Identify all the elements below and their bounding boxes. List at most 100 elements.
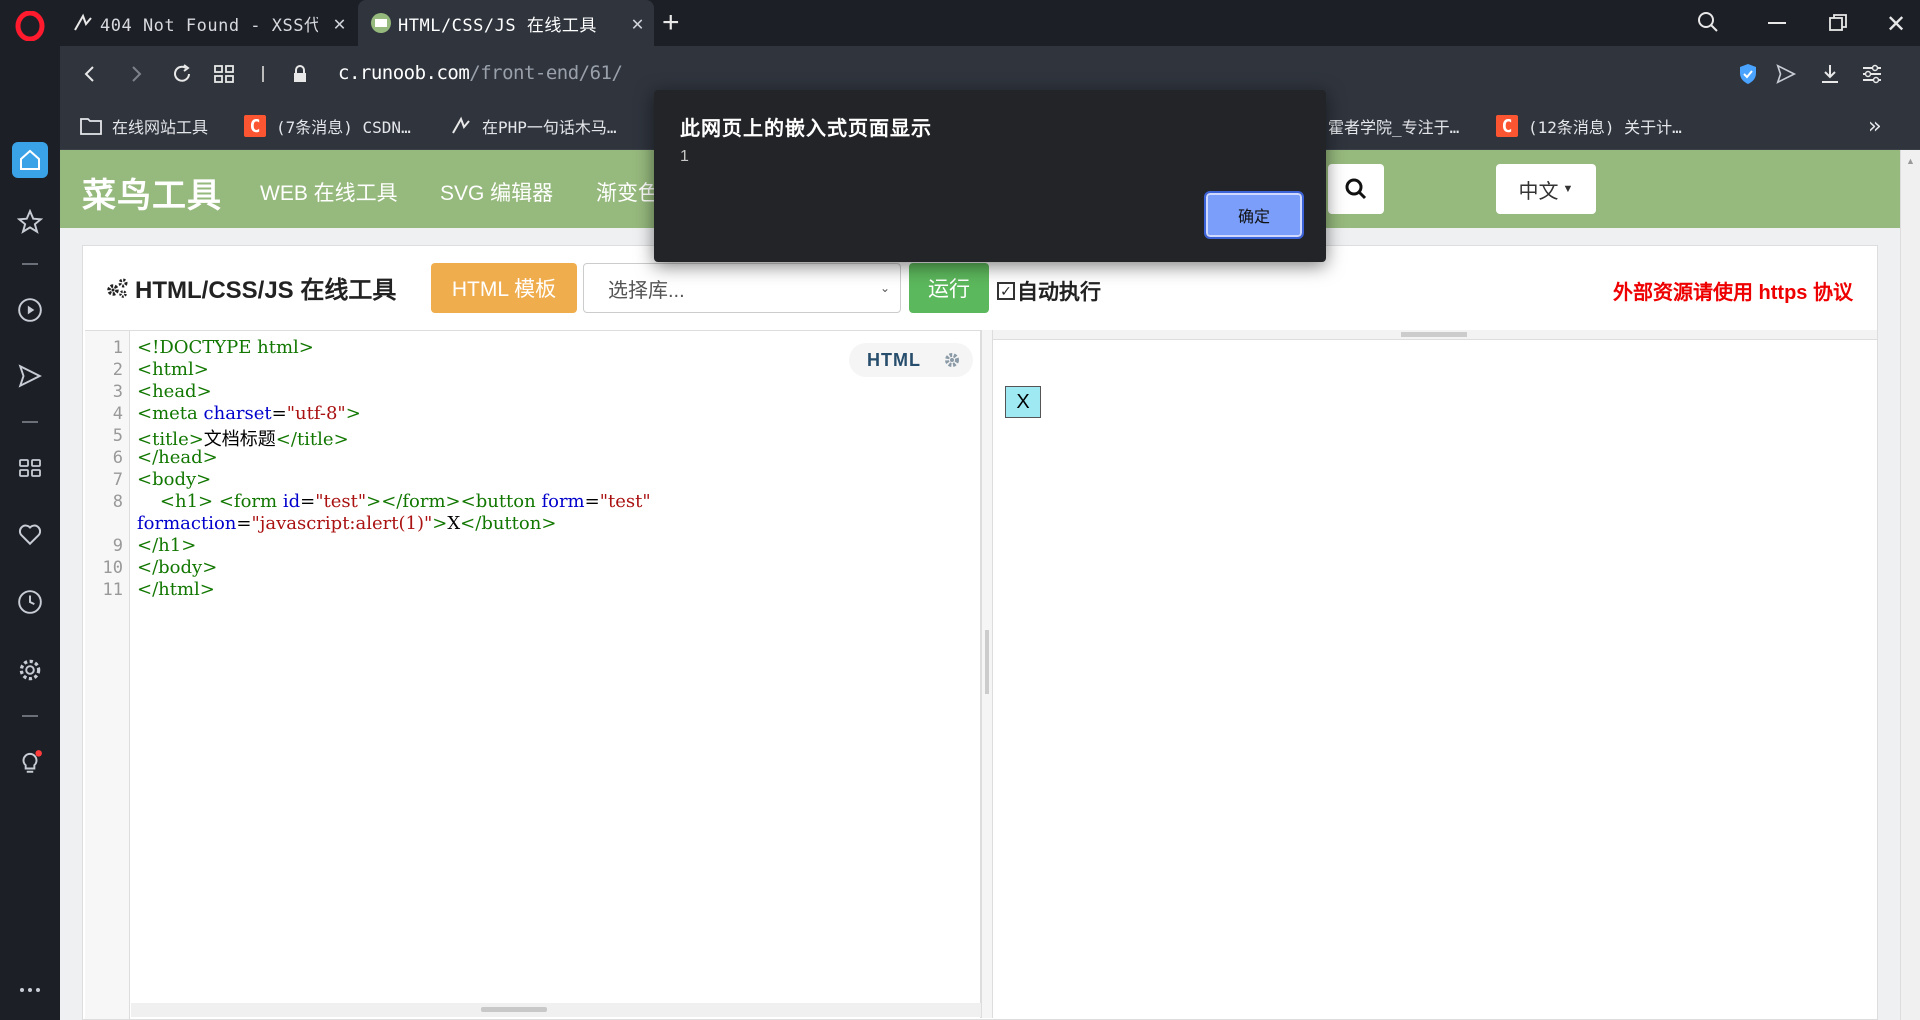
more-bookmarks-icon[interactable]: » [1868,114,1881,139]
new-tab-button[interactable]: + [662,6,680,40]
line-number: 1 [112,338,123,358]
line-number: 3 [112,382,123,402]
line-number: 7 [112,470,123,490]
heart-icon[interactable] [12,516,48,552]
folder-icon [80,115,102,137]
sidebar-divider [22,421,38,423]
speed-dial-icon[interactable] [12,450,48,486]
page-viewport: 菜鸟工具 WEB 在线工具 SVG 编辑器 渐变色 中文 ▼ HTML/CSS/… [60,150,1900,1020]
preview-resize-bar[interactable] [993,330,1877,340]
site-search-button[interactable] [1328,164,1384,214]
tab-title: 404 Not Found - XSS代 [100,15,318,36]
preview-x-button[interactable]: X [1005,386,1041,418]
code-line: <html> [137,359,209,380]
bookmark-item[interactable]: 霍者学院_专注于… [1328,114,1459,138]
send-flow-icon[interactable] [1768,56,1804,92]
bookmark-label: 在PHP一句话木马… [482,118,617,137]
editor-horizontal-scrollbar[interactable] [131,1003,981,1017]
line-number: 11 [102,580,123,600]
code-line: formaction="javascript:alert(1)">X</butt… [137,513,557,534]
dialog-title: 此网页上的嵌入式页面显示 [680,116,932,140]
bookmark-item[interactable]: C (7条消息) CSDN… [244,114,411,138]
chevron-down-icon: ⌄ [879,281,890,295]
caret-down-icon: ▼ [1562,183,1574,195]
library-select-value: 选择库... [608,279,685,302]
scroll-up-icon[interactable]: ▲ [1906,156,1915,166]
tab-favicon-icon [74,13,92,31]
scrollbar-thumb[interactable] [481,1007,547,1012]
close-window-icon[interactable]: ✕ [1886,10,1906,39]
dialog-message: 1 [680,148,689,165]
alert-dialog: 此网页上的嵌入式页面显示 1 确定 [654,90,1326,262]
nav-web-tools[interactable]: WEB 在线工具 [260,177,398,207]
url-field[interactable]: c.runoob.com/front-end/61/ [338,62,623,84]
dialog-ok-button[interactable]: 确定 [1204,191,1304,239]
download-icon[interactable] [1812,56,1848,92]
address-divider [262,66,264,82]
page-vertical-scrollbar[interactable]: ▲ [1900,150,1920,1020]
gear-icon[interactable] [943,351,961,369]
star-icon[interactable] [12,204,48,240]
code-editor[interactable]: 1 2 3 4 5 6 7 8 9 10 11 <!DOCTYPE html> … [85,330,981,1019]
more-dots-icon[interactable] [12,972,48,1008]
split-handle[interactable] [981,330,993,1018]
run-button[interactable]: 运行 [909,263,989,313]
sidebar-divider [22,263,38,265]
bookmark-item[interactable]: 在PHP一句话木马… [450,114,617,138]
line-gutter: 1 2 3 4 5 6 7 8 9 10 11 [85,331,130,1019]
code-line: <h1> <form id="test"></form><button form… [159,491,651,512]
back-icon[interactable] [72,56,108,92]
site-logo[interactable]: 菜鸟工具 [82,168,222,217]
bookmark-folder[interactable]: 在线网站工具 [80,114,208,138]
csdn-icon: C [244,115,266,137]
checkbox-checked[interactable]: ✓ [997,282,1015,300]
nav-gradient[interactable]: 渐变色 [596,177,659,207]
line-number: 10 [102,558,123,578]
tabs-grid-icon[interactable] [206,56,242,92]
adblock-shield-icon[interactable] [1730,56,1766,92]
resize-grip[interactable] [1401,332,1467,337]
split-grip[interactable] [985,630,989,694]
tab-runoob-html[interactable]: HTML/CSS/JS 在线工具 ✕ [358,0,654,46]
tool-panel: HTML/CSS/JS 在线工具 HTML 模板 选择库... ⌄ 运行 ✓ 自… [82,245,1878,1020]
history-icon[interactable] [12,584,48,620]
line-number: 9 [112,536,123,556]
bookmark-label: (12条消息) 关于计… [1528,118,1682,137]
editor-mode-badge[interactable]: HTML [849,343,973,377]
library-select[interactable]: 选择库... ⌄ [583,263,901,313]
https-notice: 外部资源请使用 https 协议 [1613,282,1853,304]
player-icon[interactable] [12,292,48,328]
settings-icon[interactable] [12,652,48,688]
easy-setup-icon[interactable] [1854,56,1890,92]
close-tab-icon[interactable]: ✕ [333,11,346,35]
lightbulb-icon[interactable] [12,744,48,780]
html-template-button[interactable]: HTML 模板 [431,263,577,313]
send-icon[interactable] [12,358,48,394]
home-icon[interactable] [12,142,48,178]
sidebar-divider [22,715,38,717]
language-dropdown[interactable]: 中文 ▼ [1496,164,1596,214]
language-label: 中文 [1518,180,1559,203]
lock-icon[interactable] [282,56,318,92]
nav-svg-editor[interactable]: SVG 编辑器 [440,177,553,207]
bookmark-item[interactable]: C (12条消息) 关于计… [1496,114,1682,138]
code-line: <body> [137,469,212,490]
auto-run-checkbox[interactable]: ✓ 自动执行 [997,276,1101,306]
restore-icon[interactable] [1828,13,1848,38]
opera-sidebar [0,0,60,1020]
code-line: <head> [137,381,212,402]
line-number: 6 [112,448,123,468]
code-line: </head> [137,447,218,468]
editor-mode-label: HTML [867,349,921,370]
reload-icon[interactable] [164,56,200,92]
close-tab-icon[interactable]: ✕ [631,11,644,35]
tab-xss-404[interactable]: 404 Not Found - XSS代 ✕ [60,0,356,46]
bookmark-label: 霍者学院_专注于… [1328,118,1460,137]
forward-icon[interactable] [118,56,154,92]
line-number: 8 [112,492,123,512]
search-tabs-icon[interactable] [1696,10,1720,39]
opera-logo-icon[interactable] [12,8,48,44]
bookmark-label: (7条消息) CSDN… [276,118,411,137]
tool-title: HTML/CSS/JS 在线工具 [105,270,396,305]
minimize-icon[interactable] [1768,22,1786,24]
